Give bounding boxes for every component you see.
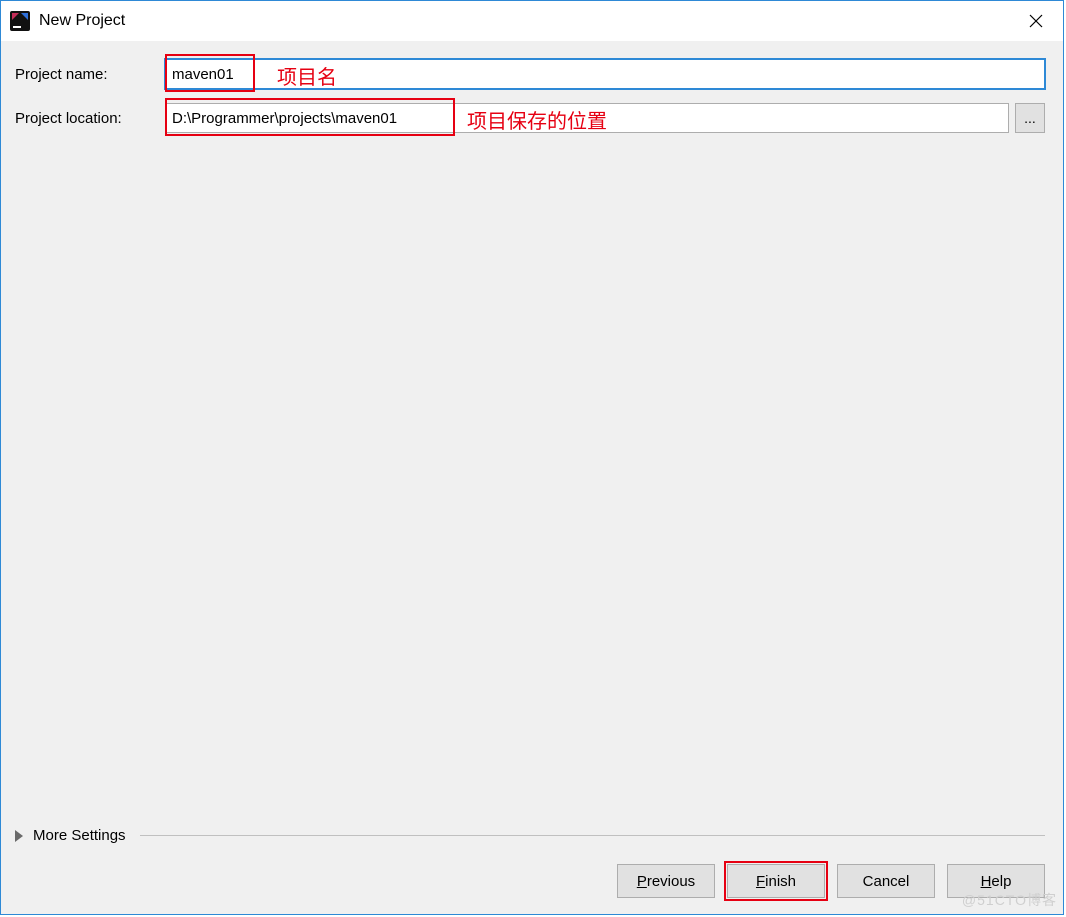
help-button-label: Help bbox=[981, 873, 1012, 890]
intellij-icon bbox=[9, 10, 31, 32]
browse-button[interactable]: ... bbox=[1015, 103, 1045, 133]
project-name-input[interactable] bbox=[165, 59, 1045, 89]
previous-button-label: Previous bbox=[637, 873, 695, 890]
new-project-dialog: New Project Project name: 项目名 Project lo… bbox=[0, 0, 1064, 915]
ellipsis-icon: ... bbox=[1024, 110, 1036, 126]
cancel-button[interactable]: Cancel bbox=[837, 864, 935, 898]
more-settings-toggle[interactable]: More Settings bbox=[15, 827, 1045, 844]
button-bar: Previous Finish Cancel Help bbox=[617, 864, 1045, 898]
close-icon bbox=[1029, 14, 1043, 28]
project-location-label: Project location: bbox=[15, 110, 165, 127]
cancel-button-label: Cancel bbox=[863, 873, 910, 890]
finish-button[interactable]: Finish bbox=[727, 864, 825, 898]
window-title: New Project bbox=[39, 12, 125, 30]
more-settings-label: More Settings bbox=[33, 827, 126, 844]
title-bar: New Project bbox=[1, 1, 1063, 41]
finish-button-label: Finish bbox=[756, 873, 796, 890]
close-button[interactable] bbox=[1013, 5, 1059, 37]
previous-button[interactable]: Previous bbox=[617, 864, 715, 898]
divider-line bbox=[140, 835, 1045, 836]
help-button[interactable]: Help bbox=[947, 864, 1045, 898]
project-name-row: Project name: 项目名 bbox=[15, 59, 1045, 89]
expand-icon bbox=[15, 830, 23, 842]
project-location-input[interactable] bbox=[165, 103, 1009, 133]
dialog-body: Project name: 项目名 Project location: ... … bbox=[1, 41, 1063, 914]
project-location-row: Project location: ... 项目保存的位置 bbox=[15, 103, 1045, 133]
project-name-label: Project name: bbox=[15, 66, 165, 83]
